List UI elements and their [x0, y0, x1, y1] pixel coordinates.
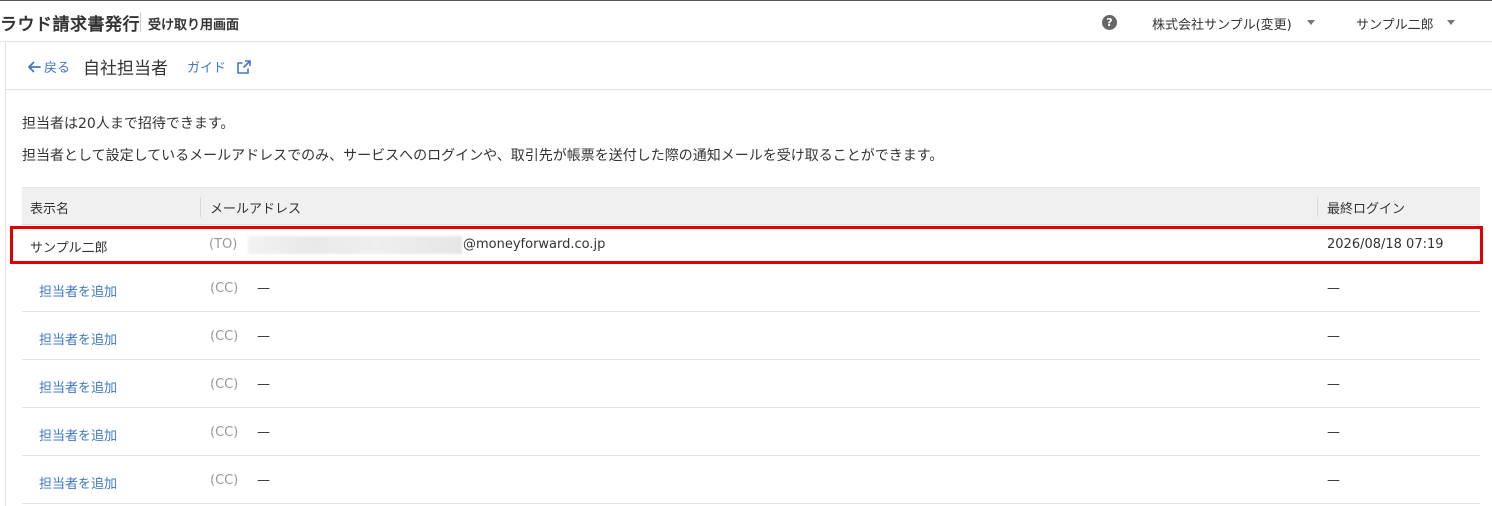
member-name: サンプル二郎: [30, 241, 108, 256]
content-left-border: [5, 42, 6, 506]
chevron-down-icon: [1307, 20, 1315, 25]
email-domain: @moneyforward.co.jp: [463, 237, 606, 252]
column-divider: [1317, 197, 1318, 217]
table-row: 担当者を追加 (CC) — —: [22, 408, 1480, 456]
email-redacted: [248, 236, 462, 254]
table-row: 担当者を追加 (CC) — —: [22, 456, 1480, 504]
table-row: 担当者を追加 (CC) — —: [22, 264, 1480, 312]
external-link-icon: [237, 60, 251, 74]
last-login: —: [1327, 281, 1340, 296]
table-row: 担当者を追加 (CC) — —: [22, 312, 1480, 360]
last-login: 2026/08/18 07:19: [1327, 237, 1444, 252]
add-member-link[interactable]: 担当者を追加: [39, 329, 117, 348]
members-table: 表示名 メールアドレス 最終ログイン サンプル二郎 (TO) @moneyfor…: [10, 187, 1483, 504]
guide-link[interactable]: ガイド: [187, 57, 252, 76]
last-login: —: [1327, 473, 1340, 488]
column-header-name: 表示名: [30, 202, 70, 217]
column-header-email: メールアドレス: [210, 202, 302, 217]
add-member-link[interactable]: 担当者を追加: [39, 281, 117, 300]
add-member-link[interactable]: 担当者を追加: [39, 473, 117, 492]
help-icon[interactable]: ?: [1102, 15, 1117, 30]
table-header: 表示名 メールアドレス 最終ログイン: [22, 187, 1480, 225]
column-divider: [200, 197, 201, 217]
chevron-down-icon: [1447, 20, 1455, 25]
description-line-1: 担当者は20人まで招待できます。: [22, 116, 235, 132]
recipient-type: (CC): [210, 473, 239, 488]
user-menu[interactable]: サンプル二郎: [1356, 14, 1434, 33]
email-empty: —: [257, 473, 270, 488]
description-line-2: 担当者として設定しているメールアドレスでのみ、サービスへのログインや、取引先が帳…: [22, 148, 944, 164]
app-subtitle: 受け取り用画面: [148, 18, 240, 33]
column-header-last-login: 最終ログイン: [1327, 202, 1406, 217]
company-switcher[interactable]: 株式会社サンプル(変更): [1152, 14, 1292, 33]
recipient-type: (CC): [210, 425, 239, 440]
last-login: —: [1327, 377, 1340, 392]
top-header: ラウド請求書発行 受け取り用画面 ? 株式会社サンプル(変更) サンプル二郎: [0, 0, 1492, 42]
email-empty: —: [257, 425, 270, 440]
table-row: サンプル二郎 (TO) @moneyforward.co.jp 2026/08/…: [10, 226, 1483, 264]
email-empty: —: [257, 281, 270, 296]
title-divider: [140, 12, 141, 32]
recipient-type: (CC): [210, 377, 239, 392]
add-member-link[interactable]: 担当者を追加: [39, 377, 117, 396]
recipient-type: (CC): [210, 329, 239, 344]
recipient-type: (CC): [210, 281, 239, 296]
email-empty: —: [257, 329, 270, 344]
recipient-type: (TO): [209, 237, 238, 252]
page-header: 戻る 自社担当者 ガイド: [6, 42, 1492, 90]
email-empty: —: [257, 377, 270, 392]
app-title: ラウド請求書発行: [0, 15, 140, 35]
back-link-label: 戻る: [44, 61, 71, 76]
page-title: 自社担当者: [83, 59, 168, 79]
last-login: —: [1327, 329, 1340, 344]
arrow-left-icon: [28, 61, 41, 73]
guide-link-label: ガイド: [187, 61, 227, 76]
add-member-link[interactable]: 担当者を追加: [39, 425, 117, 444]
back-link[interactable]: 戻る: [26, 57, 70, 76]
table-row: 担当者を追加 (CC) — —: [22, 360, 1480, 408]
last-login: —: [1327, 425, 1340, 440]
